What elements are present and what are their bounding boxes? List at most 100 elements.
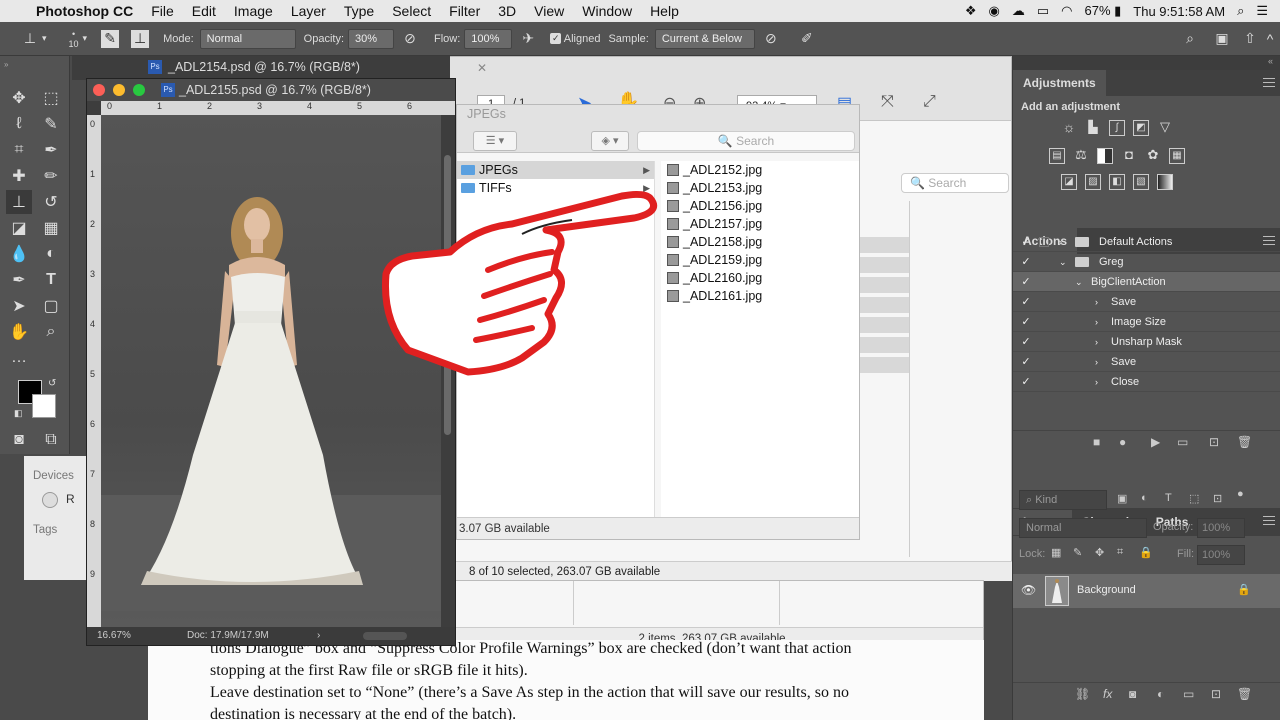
path-selection-icon[interactable]: ➤ xyxy=(6,294,32,318)
menu-view[interactable]: View xyxy=(525,3,573,19)
pen-tool-icon[interactable]: ✒ xyxy=(6,268,32,292)
creative-cloud-icon[interactable]: ☁ xyxy=(1012,3,1025,19)
blur-tool-icon[interactable]: 💧 xyxy=(6,242,32,266)
disk-icon[interactable] xyxy=(42,492,58,508)
finder-window-lower[interactable]: 2 items, 263.07 GB available xyxy=(440,580,984,649)
type-tool-icon[interactable]: T xyxy=(38,268,64,292)
close-window-button[interactable] xyxy=(93,84,105,96)
menubar-clock[interactable]: Thu 9:51:58 AM xyxy=(1133,4,1225,19)
lock-all-icon[interactable]: 🔒 xyxy=(1139,546,1153,559)
photo-filter-icon[interactable]: ◘ xyxy=(1121,148,1137,164)
tools-collapse-icon[interactable]: » xyxy=(4,60,8,69)
delete-layer-icon[interactable]: 🗑 xyxy=(1237,687,1252,701)
adjustment-layer-icon[interactable]: ◐ xyxy=(1157,687,1164,701)
quick-select-icon[interactable]: ✎ xyxy=(38,112,64,136)
hand-tool-icon[interactable]: ✋ xyxy=(6,320,32,344)
gradient-icon[interactable]: ▦ xyxy=(38,216,64,240)
color-balance-icon[interactable]: ⚖ xyxy=(1073,148,1089,164)
minimize-window-button[interactable] xyxy=(113,84,125,96)
chevron-right-icon[interactable]: › xyxy=(1095,372,1098,392)
notification-center-icon[interactable]: ☰ xyxy=(1256,3,1268,19)
filter-toggle-icon[interactable]: ● xyxy=(1237,488,1244,500)
chevron-right-icon[interactable]: › xyxy=(1095,332,1098,352)
healing-brush-icon[interactable]: ✚ xyxy=(6,164,32,188)
file-item[interactable]: _ADL2158.jpg xyxy=(661,233,859,251)
fill-input[interactable]: 100% xyxy=(1197,545,1245,565)
invert-icon[interactable]: ◪ xyxy=(1061,174,1077,190)
lock-artboard-icon[interactable]: ⌗ xyxy=(1117,546,1123,559)
add-mask-icon[interactable]: ◙ xyxy=(1129,687,1136,701)
sample-select[interactable]: Current & Below xyxy=(654,28,755,49)
eraser-icon[interactable]: ◪ xyxy=(6,216,32,240)
pressure-opacity-icon[interactable]: ⊘ xyxy=(400,29,420,49)
visibility-eye-icon[interactable]: 👁 xyxy=(1021,583,1036,597)
workspace-icon[interactable]: ▣ xyxy=(1212,29,1232,49)
shape-tool-icon[interactable]: ▢ xyxy=(38,294,64,318)
channel-mixer-icon[interactable]: ✿ xyxy=(1145,148,1161,164)
airplay-icon[interactable]: ▭ xyxy=(1037,3,1049,19)
action-step-row[interactable]: ✓ › Unsharp Mask xyxy=(1013,332,1280,352)
stop-icon[interactable]: ■ xyxy=(1093,435,1100,449)
arrange-button[interactable]: ☰ ▾ xyxy=(473,131,517,151)
wifi-icon[interactable]: ◠ xyxy=(1061,3,1072,19)
chevron-down-icon[interactable]: ⌄ xyxy=(1059,252,1067,272)
collapse-panels-icon[interactable]: « xyxy=(1268,56,1273,66)
app-menu[interactable]: Photoshop CC xyxy=(27,3,142,19)
dialog-toggle[interactable] xyxy=(1039,237,1049,247)
check-icon[interactable]: ✓ xyxy=(1019,272,1033,292)
brush-size-picker[interactable]: • 10 xyxy=(69,29,79,49)
close-tab-icon[interactable]: ✕ xyxy=(477,61,487,75)
menu-select[interactable]: Select xyxy=(383,3,440,19)
check-icon[interactable]: ✓ xyxy=(1019,292,1033,312)
dodge-tool-icon[interactable]: ◐ xyxy=(38,242,64,266)
check-icon[interactable]: ✓ xyxy=(1019,252,1033,272)
file-item[interactable]: _ADL2160.jpg xyxy=(661,269,859,287)
history-brush-icon[interactable]: ↺ xyxy=(38,190,64,214)
color-lookup-icon[interactable]: ▦ xyxy=(1169,148,1185,164)
threshold-icon[interactable]: ◧ xyxy=(1109,174,1125,190)
horizontal-scroll-thumb[interactable] xyxy=(363,632,407,640)
default-colors-icon[interactable]: ◧ xyxy=(14,408,23,419)
lock-transparent-icon[interactable]: ▦ xyxy=(1051,546,1061,559)
zoom-level[interactable]: 16.67% xyxy=(97,627,131,645)
menu-layer[interactable]: Layer xyxy=(282,3,335,19)
brightness-contrast-icon[interactable]: ☼ xyxy=(1061,120,1077,136)
curves-icon[interactable]: ∫ xyxy=(1109,120,1125,136)
new-layer-icon[interactable]: ⊡ xyxy=(1211,687,1221,701)
status-menu-icon[interactable]: › xyxy=(317,627,320,645)
collapse-icon[interactable]: ^ xyxy=(1260,29,1280,49)
chevron-right-icon[interactable]: › xyxy=(1059,232,1062,252)
dropbox-button[interactable]: ◈ ▾ xyxy=(591,131,629,151)
selective-color-icon[interactable]: ▧ xyxy=(1133,174,1149,190)
play-icon[interactable]: ▶ xyxy=(1151,435,1160,449)
check-icon[interactable]: ✓ xyxy=(1019,372,1033,392)
record-icon[interactable]: ● xyxy=(1119,435,1126,449)
chevron-right-icon[interactable]: › xyxy=(1095,312,1098,332)
search-icon[interactable]: ⌕ xyxy=(1180,29,1200,49)
menu-type[interactable]: Type xyxy=(335,3,383,19)
check-icon[interactable]: ✓ xyxy=(1019,312,1033,332)
action-step-row[interactable]: ✓ › Save xyxy=(1013,352,1280,372)
menu-image[interactable]: Image xyxy=(225,3,282,19)
record-icon[interactable]: ◉ xyxy=(989,3,1000,19)
vibrance-icon[interactable]: ▽ xyxy=(1157,120,1173,136)
spotlight-icon[interactable]: ⌕ xyxy=(1237,3,1244,19)
battery-status[interactable]: 67% ▮ xyxy=(1084,3,1121,19)
crop-tool-icon[interactable]: ⌗ xyxy=(6,138,32,162)
file-item[interactable]: _ADL2161.jpg xyxy=(661,287,859,305)
hue-saturation-icon[interactable]: ▤ xyxy=(1049,148,1065,164)
chevron-right-icon[interactable]: › xyxy=(1095,352,1098,372)
filter-pixel-icon[interactable]: ▣ xyxy=(1117,492,1127,505)
check-icon[interactable]: ✓ xyxy=(1019,332,1033,352)
action-step-row[interactable]: ✓ › Close xyxy=(1013,372,1280,392)
folder-item-jpegs[interactable]: JPEGs ▶ xyxy=(457,161,654,179)
gradient-map-icon[interactable] xyxy=(1157,174,1173,190)
filter-adjustment-icon[interactable]: ◐ xyxy=(1141,492,1148,504)
mode-select[interactable]: Normal xyxy=(199,28,296,49)
posterize-icon[interactable]: ▨ xyxy=(1085,174,1101,190)
new-set-folder-icon[interactable]: ▭ xyxy=(1177,435,1188,449)
lock-pixels-icon[interactable]: ✎ xyxy=(1073,546,1082,559)
marquee-tool-icon[interactable]: ⬚ xyxy=(38,86,64,110)
flow-input[interactable]: 100% xyxy=(464,28,513,49)
fit-icon[interactable]: ⤧ xyxy=(881,93,894,111)
